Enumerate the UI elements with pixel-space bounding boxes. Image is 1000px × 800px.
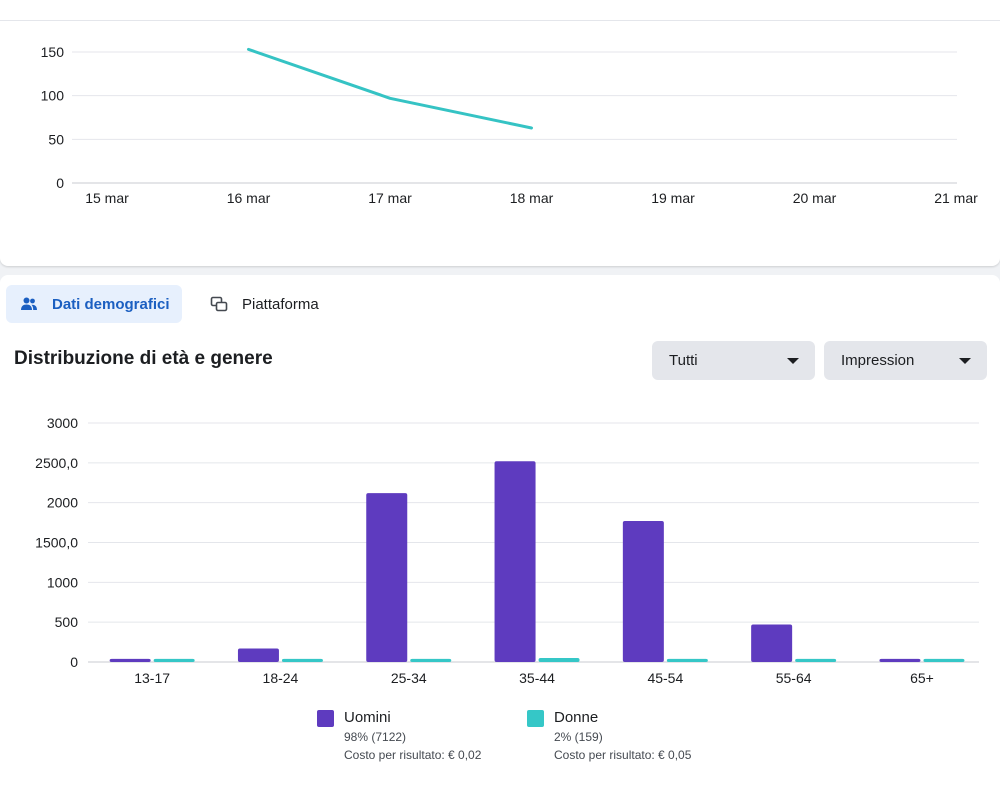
bar-women — [410, 658, 452, 662]
legend-swatch-men — [317, 710, 334, 727]
y-tick-label: 0 — [70, 654, 78, 670]
section-title: Distribuzione di età e genere — [14, 348, 273, 369]
metric-dropdown[interactable]: Impression — [824, 341, 987, 380]
y-tick-label: 0 — [56, 175, 64, 191]
y-tick-label: 2000 — [47, 495, 78, 511]
y-tick-label: 150 — [41, 44, 65, 60]
card-divider — [0, 20, 1000, 21]
caret-down-icon — [959, 357, 971, 364]
platform-icon — [210, 295, 228, 313]
x-tick-label: 17 mar — [368, 190, 412, 206]
tab-label: Dati demografici — [52, 295, 170, 313]
x-tick-label: 65+ — [910, 670, 934, 686]
legend-swatch-women — [527, 710, 544, 727]
x-tick-label: 45-54 — [647, 670, 683, 686]
y-tick-label: 3000 — [47, 415, 78, 431]
x-tick-label: 19 mar — [651, 190, 695, 206]
legend-share: 98% (7122) — [344, 730, 407, 744]
x-tick-label: 18 mar — [510, 190, 554, 206]
audience-dropdown-value: Tutti — [669, 352, 698, 369]
people-icon — [20, 295, 38, 313]
legend-cost: Costo per risultato: € 0,05 — [554, 748, 692, 762]
x-tick-label: 35-44 — [519, 670, 555, 686]
bar-men — [109, 658, 151, 662]
audience-dropdown[interactable]: Tutti — [652, 341, 815, 380]
bar-women — [795, 658, 837, 662]
trend-chart-card: 0 50 100 150 15 mar 16 mar 17 mar 18 mar 19 mar 2… — [0, 0, 1000, 266]
bar-men — [494, 461, 536, 662]
tab-dati-demografici[interactable]: Dati demografici — [6, 285, 182, 323]
bar-women — [923, 658, 965, 662]
y-tick-label: 2500,0 — [35, 455, 78, 471]
x-tick-label: 15 mar — [85, 190, 129, 206]
bar-women — [153, 658, 195, 662]
x-tick-label: 13-17 — [134, 670, 170, 686]
trend-line-chart: 0 50 100 150 15 mar 16 mar 17 mar 18 mar 19 mar 2… — [41, 44, 978, 206]
y-tick-label: 50 — [48, 131, 64, 147]
y-tick-label: 1000 — [47, 574, 78, 590]
bar-women — [666, 658, 708, 662]
y-tick-label: 1500,0 — [35, 535, 78, 551]
x-tick-label: 20 mar — [793, 190, 837, 206]
legend-share: 2% (159) — [554, 730, 603, 744]
age-gender-bar-chart: 0 500 1000 1500,0 2000 2500,0 3000 13-17 18-24 25… — [35, 415, 979, 686]
metric-dropdown-value: Impression — [841, 352, 915, 369]
bar-men — [751, 624, 793, 662]
y-tick-label: 100 — [41, 88, 65, 104]
bar-men — [622, 520, 664, 662]
bar-women — [538, 658, 580, 662]
demographics-card: Dati demografici Piattaforma Distribuzio… — [0, 275, 1000, 800]
y-tick-label: 500 — [55, 614, 79, 630]
tab-label: Piattaforma — [242, 295, 319, 313]
x-tick-label: 16 mar — [227, 190, 271, 206]
series-line — [247, 47, 533, 130]
x-tick-label: 21 mar — [934, 190, 978, 206]
x-tick-label: 55-64 — [776, 670, 812, 686]
caret-down-icon — [787, 357, 799, 364]
tab-piattaforma[interactable]: Piattaforma — [196, 285, 336, 323]
x-tick-label: 25-34 — [391, 670, 427, 686]
bar-women — [281, 658, 323, 662]
bar-men — [366, 493, 408, 662]
legend-cost: Costo per risultato: € 0,02 — [344, 748, 482, 762]
legend-label: Uomini — [344, 709, 391, 726]
legend-label: Donne — [554, 709, 599, 726]
x-tick-label: 18-24 — [263, 670, 299, 686]
bar-men — [879, 658, 921, 662]
bar-men — [237, 648, 279, 662]
